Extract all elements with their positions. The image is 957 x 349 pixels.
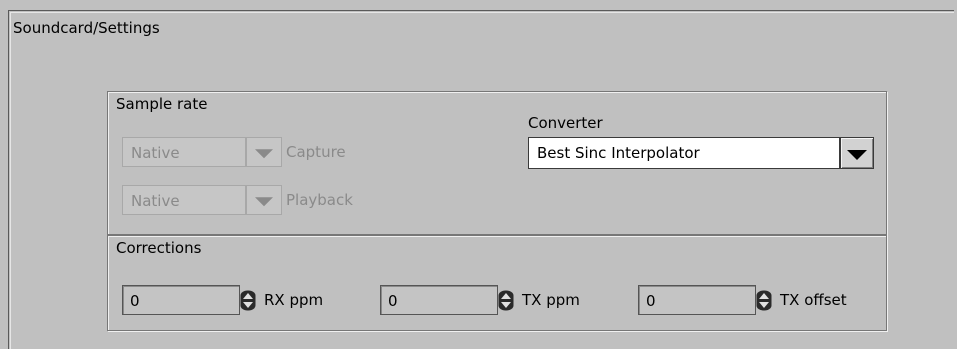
up-down-stepper-icon[interactable] xyxy=(240,290,256,311)
tx-ppm-spinbox[interactable]: 0 xyxy=(380,285,516,315)
converter-combo[interactable]: Best Sinc Interpolator xyxy=(528,137,874,169)
corrections-group: Corrections 0 RX ppm 0 TX ppm 0 TX offse… xyxy=(107,235,887,331)
tx-offset-label: TX offset xyxy=(780,291,847,309)
tx-ppm-input[interactable]: 0 xyxy=(380,285,498,315)
capture-label: Capture xyxy=(286,143,346,161)
up-down-stepper-icon[interactable] xyxy=(498,290,514,311)
rx-ppm-spinbox[interactable]: 0 xyxy=(122,285,258,315)
converter-dropdown-button[interactable] xyxy=(840,137,874,169)
playback-rate-combo[interactable]: Native xyxy=(122,185,282,215)
soundcard-settings-panel: Soundcard/Settings Sample rate Native Ca… xyxy=(8,10,954,349)
sample-rate-group: Sample rate Native Capture Native Playba… xyxy=(107,91,887,235)
tx-offset-input[interactable]: 0 xyxy=(638,285,756,315)
triangle-down-icon xyxy=(255,197,273,207)
converter-value[interactable]: Best Sinc Interpolator xyxy=(528,137,840,169)
capture-rate-combo[interactable]: Native xyxy=(122,137,282,167)
capture-rate-value: Native xyxy=(122,137,246,167)
triangle-down-icon xyxy=(847,150,867,160)
rx-ppm-label: RX ppm xyxy=(264,291,324,309)
triangle-down-icon xyxy=(255,149,273,159)
panel-title: Soundcard/Settings xyxy=(13,19,160,37)
tx-ppm-label: TX ppm xyxy=(522,291,580,309)
playback-label: Playback xyxy=(286,191,353,209)
rx-ppm-input[interactable]: 0 xyxy=(122,285,240,315)
corrections-title: Corrections xyxy=(116,239,202,257)
playback-rate-dropdown-button[interactable] xyxy=(246,185,282,215)
converter-title: Converter xyxy=(528,114,603,132)
playback-rate-value: Native xyxy=(122,185,246,215)
capture-rate-dropdown-button[interactable] xyxy=(246,137,282,167)
tx-offset-spinbox[interactable]: 0 xyxy=(638,285,774,315)
sample-rate-title: Sample rate xyxy=(116,95,208,113)
up-down-stepper-icon[interactable] xyxy=(756,290,772,311)
